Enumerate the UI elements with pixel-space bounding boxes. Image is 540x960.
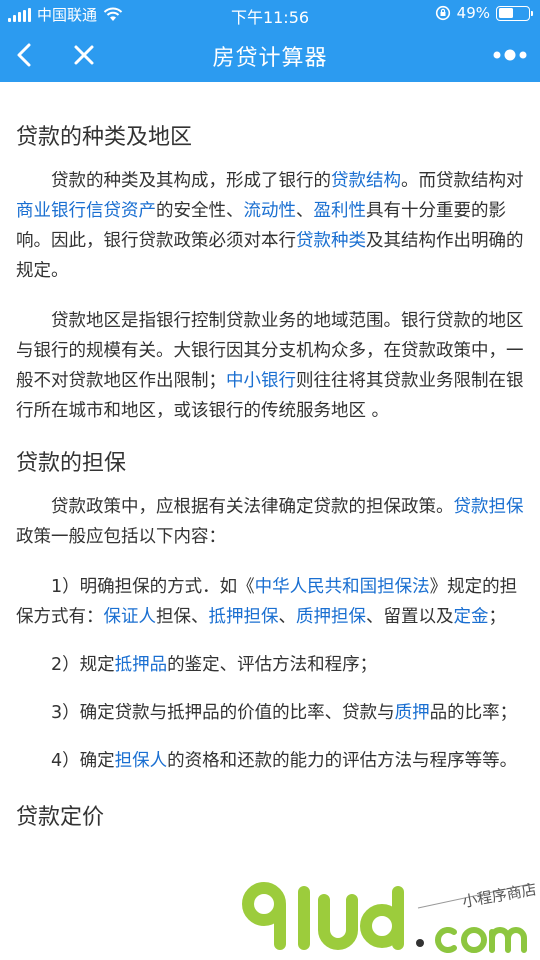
inline-link[interactable]: 中华人民共和国担保法 (255, 577, 430, 597)
more-dots-icon (493, 49, 527, 61)
inline-link[interactable]: 贷款担保 (454, 497, 524, 517)
inline-link[interactable]: 中小银行 (226, 371, 296, 391)
paragraph: 2）规定抵押品的鉴定、评估方法和程序； (51, 655, 378, 675)
inline-link[interactable]: 贷款种类 (296, 231, 366, 251)
article-content: 贷款的种类及地区 贷款的种类及其构成，形成了银行的贷款结构。而贷款结构对商业银行… (0, 82, 540, 960)
paragraph: 4）确定担保人的资格和还款的能力的评估方法与程序等等。 (51, 751, 518, 771)
more-button[interactable] (488, 38, 532, 72)
status-bar: 中国联通 下午11:56 49% (0, 0, 540, 28)
section-title: 贷款的担保 (16, 451, 127, 476)
paragraph: 贷款政策中，应根据有关法律确定贷款的担保政策。贷款担保政策一般应包括以下内容： (16, 497, 524, 547)
nav-bar: 房贷计算器 (0, 28, 540, 82)
inline-link[interactable]: 流动性 (244, 201, 297, 221)
inline-link[interactable]: 抵押担保 (209, 607, 279, 627)
inline-link[interactable]: 质押 (395, 703, 430, 723)
inline-link[interactable]: 保证人 (104, 607, 157, 627)
inline-link[interactable]: 抵押品 (115, 655, 168, 675)
paragraph: 1）明确担保的方式．如《中华人民共和国担保法》规定的担保方式有：保证人担保、抵押… (16, 577, 518, 627)
inline-link[interactable]: 质押担保 (296, 607, 366, 627)
page-title: 房贷计算器 (212, 46, 328, 71)
inline-link[interactable]: 定金 (454, 607, 489, 627)
watermark-tagline: 小程序商店 (461, 880, 538, 911)
watermark-logo: 小程序商店 (242, 880, 538, 953)
section-title: 贷款的种类及地区 (16, 125, 193, 150)
battery-icon (496, 5, 533, 21)
paragraph: 贷款的种类及其构成，形成了银行的贷款结构。而贷款结构对商业银行信贷资产的安全性、… (16, 171, 524, 281)
paragraph: 3）确定贷款与抵押品的价值的比率、贷款与质押品的比率； (51, 703, 518, 723)
inline-link[interactable]: 盈利性 (314, 201, 367, 221)
section-title: 贷款定价 (16, 805, 105, 830)
inline-link[interactable]: 商业银行信贷资产 (16, 201, 156, 221)
inline-link[interactable]: 担保人 (115, 751, 168, 771)
inline-link[interactable]: 贷款结构 (331, 171, 401, 191)
battery-percent: 49% (456, 4, 490, 22)
status-right: 49% (435, 4, 533, 22)
battery-fill (498, 8, 513, 18)
paragraph: 贷款地区是指银行控制贷款业务的地域范围。银行贷款的地区与银行的规模有关。大银行因… (16, 311, 524, 421)
rotation-lock-icon (435, 5, 450, 21)
